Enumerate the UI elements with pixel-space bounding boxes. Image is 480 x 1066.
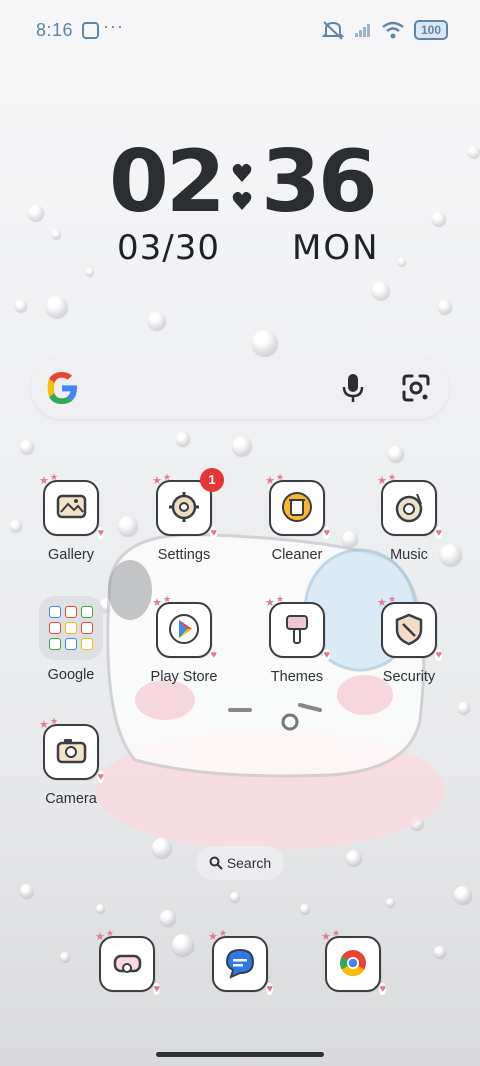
battery-icon: 100 xyxy=(413,20,448,40)
app-label: Camera xyxy=(45,791,97,807)
sync-icon xyxy=(82,22,99,39)
shield-icon: ★ ★ ♥ xyxy=(377,594,442,661)
clock-widget[interactable]: 02 36 xyxy=(105,132,378,232)
app-label: Settings xyxy=(157,547,211,563)
status-bar: 8:16 ··· 100 xyxy=(0,0,480,60)
dock-phone[interactable]: ★ ★ ♥ xyxy=(95,928,160,995)
app-play-store[interactable]: ★ ★ ♥ Play Store xyxy=(134,594,234,685)
clock-day: MON xyxy=(292,228,380,268)
mute-icon xyxy=(321,21,344,40)
app-label: Themes xyxy=(270,669,324,685)
search-icon xyxy=(209,856,223,870)
app-search-pill[interactable]: Search xyxy=(196,846,284,880)
app-security[interactable]: ★ ★ ♥ Security xyxy=(359,594,459,685)
app-label: Play Store xyxy=(150,669,218,685)
camera-icon: ★ ★ ♥ xyxy=(39,716,104,783)
gear-icon: ★ ★ ♥ 1 xyxy=(152,468,224,539)
gallery-icon: ★ ★ ♥ xyxy=(39,472,104,539)
mic-icon[interactable] xyxy=(341,373,365,403)
google-logo-icon xyxy=(47,372,77,404)
google-search-bar[interactable] xyxy=(31,357,449,419)
chrome-icon: ★ ★ ♥ xyxy=(321,928,386,995)
app-gallery[interactable]: ★ ★ ♥ Gallery xyxy=(21,472,121,563)
phone-icon: ★ ★ ♥ xyxy=(95,928,160,995)
heart-separator-icon xyxy=(232,163,252,210)
app-camera[interactable]: ★ ★ ♥ Camera xyxy=(21,716,121,807)
home-gesture-bar[interactable] xyxy=(156,1052,324,1057)
app-themes[interactable]: ★ ★ ♥ Themes xyxy=(247,594,347,685)
app-label: Cleaner xyxy=(271,547,323,563)
clock-hours: 02 xyxy=(109,132,226,232)
app-label: Music xyxy=(390,547,428,563)
signal-icon xyxy=(354,24,370,37)
brush-icon: ★ ★ ♥ xyxy=(265,594,330,661)
wifi-icon xyxy=(382,21,404,39)
status-time: 8:16 xyxy=(36,20,74,40)
app-label: Gallery xyxy=(48,547,94,563)
search-pill-label: Search xyxy=(226,855,272,871)
dock-chrome[interactable]: ★ ★ ♥ xyxy=(321,928,386,995)
more-notifications-icon: ··· xyxy=(103,16,124,36)
lens-icon[interactable] xyxy=(401,373,431,403)
app-cleaner[interactable]: ★ ★ ♥ Cleaner xyxy=(247,472,347,563)
messages-icon: ★ ★ ♥ xyxy=(208,928,273,995)
clock-minutes: 36 xyxy=(261,132,378,232)
app-label: Security xyxy=(382,669,436,685)
wallpaper-mascot xyxy=(95,533,445,850)
dock-messages[interactable]: ★ ★ ♥ xyxy=(208,928,273,995)
play-store-icon: ★ ★ ♥ xyxy=(152,594,217,661)
clock-date: 03/30 xyxy=(117,228,220,268)
trash-icon: ★ ★ ♥ xyxy=(265,472,330,539)
app-music[interactable]: ★ ★ ♥ Music xyxy=(359,472,459,563)
notification-badge: 1 xyxy=(200,468,224,492)
vinyl-icon: ★ ★ ♥ xyxy=(377,472,442,539)
app-settings[interactable]: ★ ★ ♥ 1 Settings xyxy=(134,468,234,563)
app-google-folder[interactable]: Google xyxy=(21,596,121,683)
folder-icon xyxy=(39,596,103,660)
app-label: Google xyxy=(47,667,95,683)
